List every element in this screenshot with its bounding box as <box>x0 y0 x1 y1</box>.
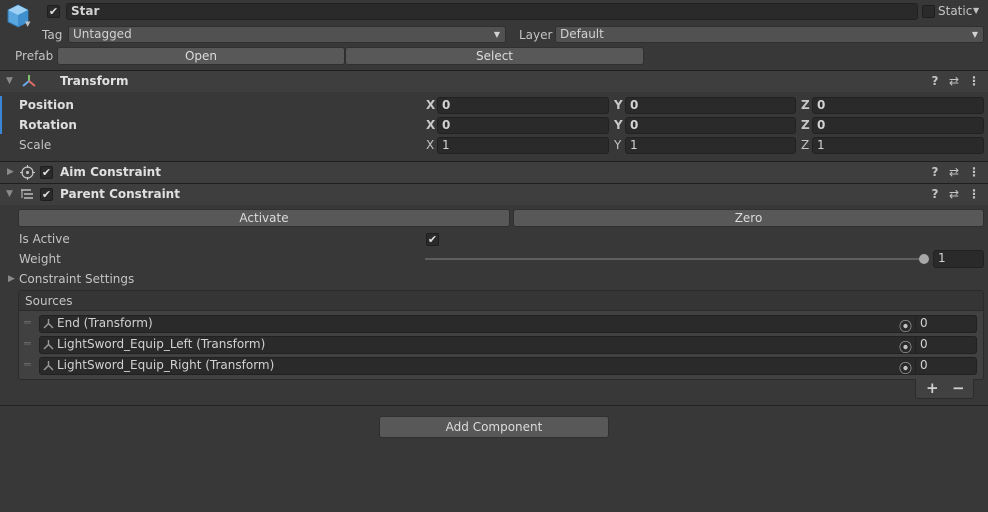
static-dropdown-icon[interactable]: ▼ <box>973 6 979 15</box>
active-checkbox[interactable]: ✔ <box>47 5 60 18</box>
add-source-button[interactable]: + <box>926 379 939 397</box>
help-icon[interactable]: ? <box>928 71 942 92</box>
chevron-down-icon: ▼ <box>971 30 978 39</box>
weight-slider-track[interactable] <box>425 258 927 260</box>
source-name: LightSword_Equip_Left (Transform) <box>57 337 266 351</box>
axis-x-label[interactable]: X <box>426 135 434 155</box>
source-name: End (Transform) <box>57 316 153 330</box>
add-component-button[interactable]: Add Component <box>379 416 609 438</box>
axis-x-label[interactable]: X <box>426 95 435 115</box>
chevron-down-icon[interactable]: ▼ <box>25 20 30 28</box>
axis-z-label[interactable]: Z <box>801 115 810 135</box>
expand-arrow-icon[interactable]: ▶ <box>8 269 15 289</box>
transform-icon <box>43 360 54 374</box>
transform-title: Transform <box>60 74 129 88</box>
layer-label: Layer <box>519 28 553 42</box>
rotation-x-field[interactable]: 0 <box>437 117 609 134</box>
object-picker-icon[interactable]: ⦿ <box>899 316 912 335</box>
position-y-field[interactable]: 0 <box>625 97 796 114</box>
position-x-field[interactable]: 0 <box>437 97 609 114</box>
scale-y-field[interactable]: 1 <box>625 137 796 154</box>
is-active-label: Is Active <box>19 232 70 246</box>
prefab-label: Prefab <box>15 49 54 63</box>
parent-constraint-icon <box>21 188 36 204</box>
modified-indicator <box>0 96 2 134</box>
sources-header: Sources <box>19 291 983 311</box>
layer-value: Default <box>560 27 604 41</box>
settings-icon[interactable]: ⇄ <box>947 184 961 205</box>
is-active-checkbox[interactable]: ✔ <box>426 233 439 246</box>
layer-dropdown[interactable]: Default ▼ <box>555 26 984 43</box>
activate-button[interactable]: Activate <box>18 209 510 227</box>
weight-slider-handle[interactable] <box>919 254 929 264</box>
source-weight-field[interactable]: 0 <box>915 357 977 375</box>
transform-header[interactable]: ▼ Transform ? ⇄ ⋮ <box>0 70 988 92</box>
source-object-field[interactable]: LightSword_Equip_Right (Transform) <box>39 357 919 375</box>
menu-icon[interactable]: ⋮ <box>967 184 981 205</box>
source-object-field[interactable]: End (Transform) <box>39 315 919 333</box>
collapse-arrow-icon[interactable]: ▼ <box>6 71 13 91</box>
aim-constraint-title: Aim Constraint <box>60 165 161 179</box>
drag-handle-icon[interactable]: ═ <box>24 337 31 350</box>
source-object-field[interactable]: LightSword_Equip_Left (Transform) <box>39 336 919 354</box>
source-weight-field[interactable]: 0 <box>915 336 977 354</box>
scale-x-field[interactable]: 1 <box>437 137 609 154</box>
settings-icon[interactable]: ⇄ <box>947 162 961 183</box>
transform-icon <box>43 318 54 332</box>
tag-value: Untagged <box>73 27 132 41</box>
rotation-y-field[interactable]: 0 <box>625 117 796 134</box>
axis-z-label[interactable]: Z <box>801 135 809 155</box>
static-checkbox[interactable] <box>922 5 935 18</box>
parent-constraint-enabled-checkbox[interactable]: ✔ <box>40 188 53 201</box>
aim-constraint-enabled-checkbox[interactable]: ✔ <box>40 166 53 179</box>
parent-constraint-header[interactable]: ▼ ✔ Parent Constraint ? ⇄ ⋮ <box>0 183 988 205</box>
help-icon[interactable]: ? <box>928 184 942 205</box>
expand-arrow-icon[interactable]: ▶ <box>7 162 14 182</box>
axis-z-label[interactable]: Z <box>801 95 810 115</box>
zero-button[interactable]: Zero <box>513 209 984 227</box>
parent-constraint-title: Parent Constraint <box>60 187 180 201</box>
constraint-settings-foldout[interactable]: Constraint Settings <box>19 269 134 289</box>
settings-icon[interactable]: ⇄ <box>947 71 961 92</box>
sources-label: Sources <box>25 294 73 308</box>
scale-label[interactable]: Scale <box>19 135 51 155</box>
drag-handle-icon[interactable]: ═ <box>24 358 31 371</box>
axis-y-label[interactable]: Y <box>614 95 623 115</box>
aim-constraint-header[interactable]: ▶ ✔ Aim Constraint ? ⇄ ⋮ <box>0 161 988 183</box>
object-name-field[interactable]: Star <box>66 3 918 20</box>
tag-dropdown[interactable]: Untagged ▼ <box>68 26 506 43</box>
divider <box>0 405 988 406</box>
transform-icon <box>22 74 36 91</box>
weight-label: Weight <box>19 252 61 266</box>
sources-footer: + − <box>915 379 974 399</box>
menu-icon[interactable]: ⋮ <box>967 162 981 183</box>
remove-source-button[interactable]: − <box>952 379 965 397</box>
scale-z-field[interactable]: 1 <box>812 137 984 154</box>
object-picker-icon[interactable]: ⦿ <box>899 358 912 377</box>
axis-y-label[interactable]: Y <box>614 115 623 135</box>
collapse-arrow-icon[interactable]: ▼ <box>6 184 13 204</box>
tag-label: Tag <box>42 28 63 42</box>
weight-field[interactable]: 1 <box>933 250 984 268</box>
aim-constraint-icon <box>20 165 35 183</box>
transform-icon <box>43 339 54 353</box>
rotation-label[interactable]: Rotation <box>19 115 77 135</box>
drag-handle-icon[interactable]: ═ <box>24 316 31 329</box>
prefab-select-button[interactable]: Select <box>345 47 644 65</box>
position-label[interactable]: Position <box>19 95 74 115</box>
source-weight-field[interactable]: 0 <box>915 315 977 333</box>
rotation-z-field[interactable]: 0 <box>812 117 984 134</box>
axis-y-label[interactable]: Y <box>614 135 621 155</box>
chevron-down-icon: ▼ <box>493 30 500 39</box>
source-name: LightSword_Equip_Right (Transform) <box>57 358 275 372</box>
menu-icon[interactable]: ⋮ <box>967 71 981 92</box>
prefab-open-button[interactable]: Open <box>57 47 345 65</box>
help-icon[interactable]: ? <box>928 162 942 183</box>
sources-list: Sources ═ End (Transform) ⦿ 0 ═ LightSwo… <box>18 290 984 380</box>
object-picker-icon[interactable]: ⦿ <box>899 337 912 356</box>
static-label[interactable]: Static <box>938 1 972 21</box>
axis-x-label[interactable]: X <box>426 115 435 135</box>
position-z-field[interactable]: 0 <box>812 97 984 114</box>
